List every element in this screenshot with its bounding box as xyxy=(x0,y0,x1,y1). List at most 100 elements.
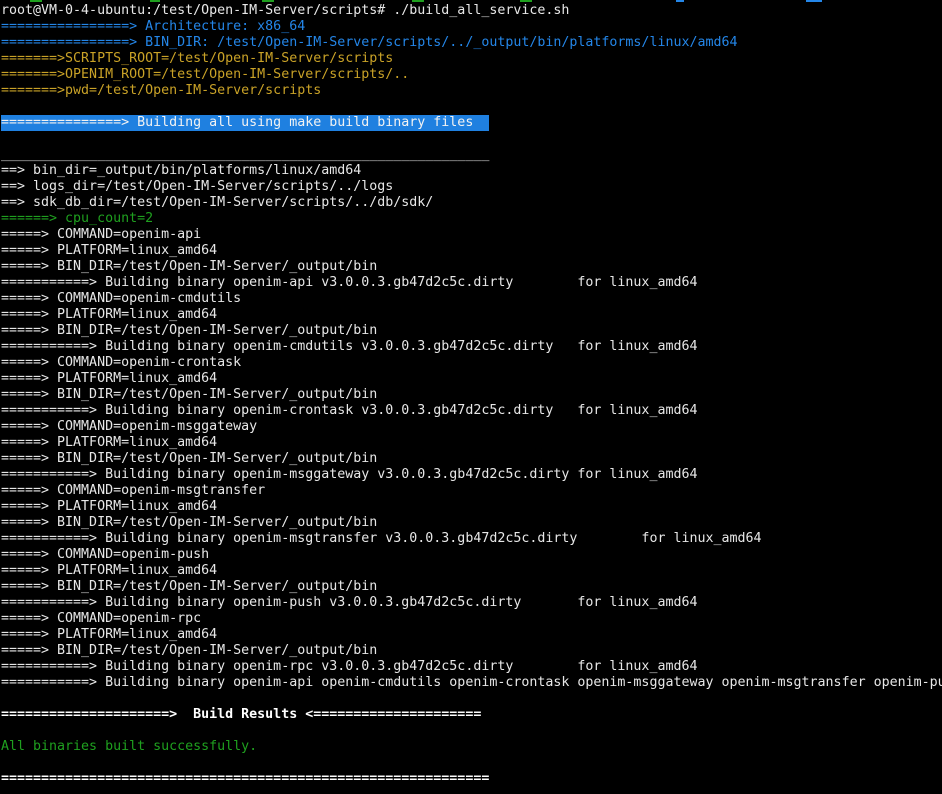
terminal-line: =====> PLATFORM=linux_amd64 xyxy=(1,627,942,643)
terminal-line xyxy=(1,755,942,771)
terminal-line xyxy=(1,691,942,707)
terminal-line: =====> BIN_DIR=/test/Open-IM-Server/_out… xyxy=(1,451,942,467)
terminal-line: All binaries built successfully. xyxy=(1,739,942,755)
clipped-line-fragment xyxy=(262,0,274,2)
terminal-line-text: ===========> Building binary openim-api … xyxy=(1,675,942,691)
terminal-line-text: ===========> Building binary openim-rpc … xyxy=(1,659,697,675)
terminal-line: ==> bin_dir=_output/bin/platforms/linux/… xyxy=(1,163,942,179)
terminal-line-text: =====> BIN_DIR=/test/Open-IM-Server/_out… xyxy=(1,323,377,339)
terminal-line: ===========> Building binary openim-api … xyxy=(1,675,942,691)
terminal-line-text: =====> PLATFORM=linux_amd64 xyxy=(1,371,217,387)
terminal-line: ===========> Building binary openim-push… xyxy=(1,595,942,611)
terminal-line: =======>OPENIM_ROOT=/test/Open-IM-Server… xyxy=(1,67,942,83)
terminal-line-text: =====> BIN_DIR=/test/Open-IM-Server/_out… xyxy=(1,387,377,403)
terminal-line xyxy=(1,131,942,147)
terminal-line-text: ================> Architecture: x86_64 xyxy=(1,19,305,35)
terminal-line-text: ===========> Building binary openim-push… xyxy=(1,595,697,611)
terminal-line-text: =====> COMMAND=openim-push xyxy=(1,547,209,563)
terminal-line-text: =====> COMMAND=openim-cmdutils xyxy=(1,291,241,307)
terminal-line: ===========> Building binary openim-msgg… xyxy=(1,467,942,483)
terminal-line: =====> BIN_DIR=/test/Open-IM-Server/_out… xyxy=(1,515,942,531)
terminal-line-text: =====> COMMAND=openim-msgtransfer xyxy=(1,483,265,499)
terminal-line xyxy=(1,723,942,739)
clipped-line-fragment xyxy=(412,0,424,2)
terminal-line-text: =====> PLATFORM=linux_amd64 xyxy=(1,243,217,259)
terminal-output: root@VM-0-4-ubuntu:/test/Open-IM-Server/… xyxy=(1,3,942,787)
terminal-line-text: =======>pwd=/test/Open-IM-Server/scripts xyxy=(1,83,321,99)
terminal-line-text: =====> BIN_DIR=/test/Open-IM-Server/_out… xyxy=(1,259,377,275)
terminal-line-text: ===========> Building binary openim-msgg… xyxy=(1,467,697,483)
terminal-line-text: =====> COMMAND=openim-msggateway xyxy=(1,419,257,435)
terminal-line: ===============> Building all using make… xyxy=(1,115,942,131)
terminal-line: =====> COMMAND=openim-msgtransfer xyxy=(1,483,942,499)
terminal-line: =====> BIN_DIR=/test/Open-IM-Server/_out… xyxy=(1,579,942,595)
terminal-line: =====> PLATFORM=linux_amd64 xyxy=(1,499,942,515)
terminal-line: =====> PLATFORM=linux_amd64 xyxy=(1,435,942,451)
terminal-line-text: ===========> Building binary openim-msgt… xyxy=(1,531,762,547)
terminal-line-text: =======>SCRIPTS_ROOT=/test/Open-IM-Serve… xyxy=(1,51,393,67)
terminal-line: ________________________________________… xyxy=(1,147,942,163)
terminal-line: ===========> Building binary openim-cron… xyxy=(1,403,942,419)
terminal-line-text: =====> BIN_DIR=/test/Open-IM-Server/_out… xyxy=(1,451,377,467)
terminal-line-text: =====> COMMAND=openim-crontask xyxy=(1,355,241,371)
terminal-line: =====> COMMAND=openim-rpc xyxy=(1,611,942,627)
terminal-line-text: =====> PLATFORM=linux_amd64 xyxy=(1,627,217,643)
clipped-line-fragment xyxy=(806,0,822,2)
terminal-line: ===========> Building binary openim-api … xyxy=(1,275,942,291)
terminal-line xyxy=(1,99,942,115)
terminal-line: =====> PLATFORM=linux_amd64 xyxy=(1,243,942,259)
terminal-line: =======>pwd=/test/Open-IM-Server/scripts xyxy=(1,83,942,99)
terminal-line: =====> BIN_DIR=/test/Open-IM-Server/_out… xyxy=(1,643,942,659)
terminal-line: ================> Architecture: x86_64 xyxy=(1,19,942,35)
clipped-line-fragment xyxy=(520,0,532,2)
terminal-line-text: ________________________________________… xyxy=(1,147,489,163)
highlighted-banner: ===============> Building all using make… xyxy=(1,115,489,131)
terminal-line-text: root@VM-0-4-ubuntu:/test/Open-IM-Server/… xyxy=(1,3,569,19)
terminal-line: ================> BIN_DIR: /test/Open-IM… xyxy=(1,35,942,51)
terminal-line: =====> COMMAND=openim-crontask xyxy=(1,355,942,371)
terminal-line-text: =====> COMMAND=openim-rpc xyxy=(1,611,201,627)
terminal-line-text: All binaries built successfully. xyxy=(1,739,257,755)
terminal-line-text: =====================> Build Results <==… xyxy=(1,707,481,723)
terminal-line: ===========> Building binary openim-msgt… xyxy=(1,531,942,547)
terminal-line: ======> cpu_count=2 xyxy=(1,211,942,227)
terminal-line: =====> COMMAND=openim-cmdutils xyxy=(1,291,942,307)
clipped-line-fragment xyxy=(676,0,684,2)
terminal-line-text: =====> BIN_DIR=/test/Open-IM-Server/_out… xyxy=(1,515,377,531)
terminal-line: root@VM-0-4-ubuntu:/test/Open-IM-Server/… xyxy=(1,3,942,19)
terminal-line-text: =====> BIN_DIR=/test/Open-IM-Server/_out… xyxy=(1,579,377,595)
terminal-screen[interactable]: root@VM-0-4-ubuntu:/test/Open-IM-Server/… xyxy=(0,0,942,794)
terminal-line: =====> BIN_DIR=/test/Open-IM-Server/_out… xyxy=(1,387,942,403)
terminal-line-text: ===========> Building binary openim-cron… xyxy=(1,403,697,419)
terminal-line: ==> logs_dir=/test/Open-IM-Server/script… xyxy=(1,179,942,195)
terminal-line-text: ===========> Building binary openim-cmdu… xyxy=(1,339,697,355)
terminal-line-text: =====> BIN_DIR=/test/Open-IM-Server/_out… xyxy=(1,643,377,659)
terminal-line: ==> sdk_db_dir=/test/Open-IM-Server/scri… xyxy=(1,195,942,211)
terminal-line: =====> PLATFORM=linux_amd64 xyxy=(1,563,942,579)
terminal-line: =====> COMMAND=openim-msggateway xyxy=(1,419,942,435)
terminal-line-text: =====> PLATFORM=linux_amd64 xyxy=(1,563,217,579)
terminal-line-text: =====> PLATFORM=linux_amd64 xyxy=(1,499,217,515)
terminal-line-text: ==> logs_dir=/test/Open-IM-Server/script… xyxy=(1,179,393,195)
terminal-line-text: =======>OPENIM_ROOT=/test/Open-IM-Server… xyxy=(1,67,409,83)
terminal-line: ========================================… xyxy=(1,771,942,787)
terminal-line: =====> BIN_DIR=/test/Open-IM-Server/_out… xyxy=(1,259,942,275)
clipped-line-fragment xyxy=(150,0,160,2)
terminal-line: ===========> Building binary openim-cmdu… xyxy=(1,339,942,355)
terminal-line: =====================> Build Results <==… xyxy=(1,707,942,723)
terminal-line: =====> BIN_DIR=/test/Open-IM-Server/_out… xyxy=(1,323,942,339)
terminal-line-text: ===========> Building binary openim-api … xyxy=(1,275,697,291)
terminal-line-text: ======> cpu_count=2 xyxy=(1,211,153,227)
terminal-line-text: =====> PLATFORM=linux_amd64 xyxy=(1,307,217,323)
terminal-line-text: =====> PLATFORM=linux_amd64 xyxy=(1,435,217,451)
terminal-line: =====> COMMAND=openim-api xyxy=(1,227,942,243)
terminal-line-text: ========================================… xyxy=(1,771,489,787)
terminal-line: =====> PLATFORM=linux_amd64 xyxy=(1,371,942,387)
terminal-line: =====> PLATFORM=linux_amd64 xyxy=(1,307,942,323)
terminal-line-text: ==> sdk_db_dir=/test/Open-IM-Server/scri… xyxy=(1,195,433,211)
terminal-line-text: =====> COMMAND=openim-api xyxy=(1,227,201,243)
terminal-line-text: ==> bin_dir=_output/bin/platforms/linux/… xyxy=(1,163,361,179)
clipped-line-fragment xyxy=(30,0,42,2)
terminal-line: =====> COMMAND=openim-push xyxy=(1,547,942,563)
terminal-line-text: ================> BIN_DIR: /test/Open-IM… xyxy=(1,35,738,51)
